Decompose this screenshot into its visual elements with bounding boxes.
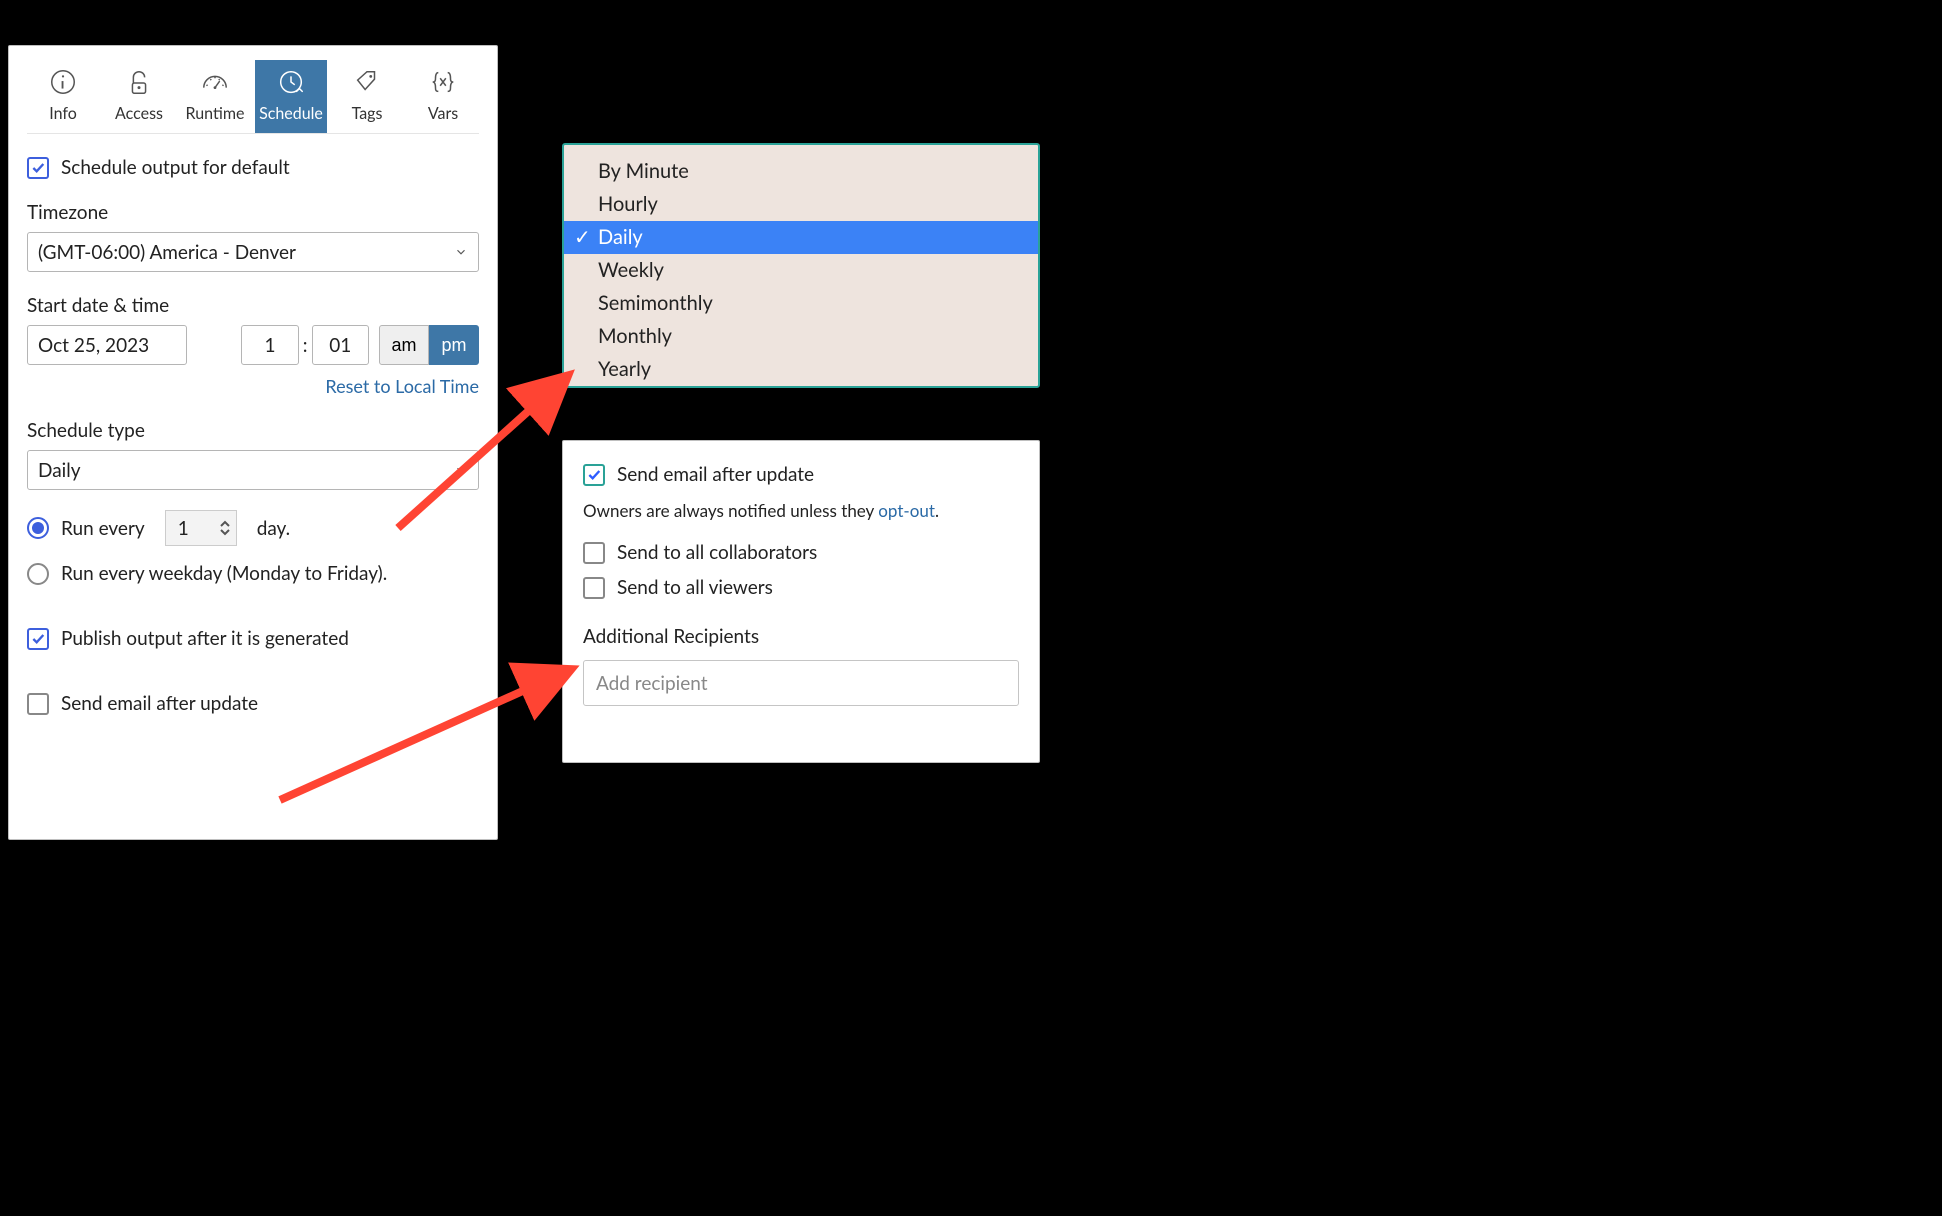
run-every-radio[interactable]	[27, 517, 49, 539]
tab-schedule[interactable]: Schedule	[255, 60, 327, 133]
schedule-type-value: Daily	[38, 459, 80, 482]
tab-info[interactable]: Info	[27, 60, 99, 133]
add-recipient-input[interactable]: Add recipient	[583, 660, 1019, 706]
schedule-type-label: Schedule type	[27, 419, 479, 442]
tab-label: Info	[49, 104, 77, 123]
schedule-type-select[interactable]: Daily	[27, 450, 479, 490]
add-recipient-placeholder: Add recipient	[596, 672, 708, 695]
run-every-stepper[interactable]: 1	[165, 510, 237, 546]
send-viewers-label: Send to all viewers	[617, 576, 773, 599]
tab-runtime[interactable]: Runtime	[179, 60, 251, 133]
send-collab-label: Send to all collaborators	[617, 541, 817, 564]
ampm-toggle: am pm	[379, 325, 479, 365]
tab-label: Access	[115, 104, 163, 123]
run-every-suffix: day.	[257, 517, 290, 540]
pm-button[interactable]: pm	[429, 325, 479, 365]
email-settings-panel: Send email after update Owners are alway…	[562, 440, 1040, 763]
chevron-down-icon	[454, 245, 468, 259]
schedule-enable-label: Schedule output for default	[61, 156, 290, 179]
date-input[interactable]: Oct 25, 2023	[27, 325, 187, 365]
clock-refresh-icon	[275, 66, 307, 98]
am-button[interactable]: am	[379, 325, 429, 365]
send-email-label: Send email after update	[61, 692, 258, 715]
schedule-settings-panel: Info Access Runtime Schedule Tags	[8, 45, 498, 840]
send-email-checkbox-detail[interactable]	[583, 464, 605, 486]
vars-icon	[427, 66, 459, 98]
dropdown-item-monthly[interactable]: Monthly	[564, 320, 1038, 353]
tag-icon	[351, 66, 383, 98]
hour-input[interactable]: 1	[241, 325, 298, 365]
timezone-value: (GMT-06:00) America - Denver	[38, 241, 296, 264]
schedule-type-dropdown: By Minute Hourly Daily Weekly Semimonthl…	[562, 143, 1040, 388]
minute-input[interactable]: 01	[312, 325, 369, 365]
dropdown-item-by-minute[interactable]: By Minute	[564, 155, 1038, 188]
tab-tags[interactable]: Tags	[331, 60, 403, 133]
tab-label: Schedule	[259, 104, 323, 123]
dropdown-caption	[564, 145, 1038, 155]
start-datetime-label: Start date & time	[27, 294, 479, 317]
gauge-icon	[199, 66, 231, 98]
time-colon: :	[299, 334, 312, 357]
tab-label: Vars	[428, 104, 458, 123]
dropdown-item-weekly[interactable]: Weekly	[564, 254, 1038, 287]
run-weekday-label: Run every weekday (Monday to Friday).	[61, 562, 387, 585]
dropdown-item-hourly[interactable]: Hourly	[564, 188, 1038, 221]
tab-label: Runtime	[186, 104, 245, 123]
owners-note: Owners are always notified unless they o…	[583, 500, 1019, 521]
dropdown-item-semimonthly[interactable]: Semimonthly	[564, 287, 1038, 320]
timezone-label: Timezone	[27, 201, 479, 224]
send-collab-checkbox[interactable]	[583, 542, 605, 564]
schedule-enable-checkbox[interactable]	[27, 157, 49, 179]
send-email-header: Send email after update	[617, 463, 814, 486]
chevron-up-icon	[220, 520, 230, 528]
dropdown-item-daily[interactable]: Daily	[564, 221, 1038, 254]
send-email-checkbox[interactable]	[27, 693, 49, 715]
send-viewers-checkbox[interactable]	[583, 577, 605, 599]
tab-access[interactable]: Access	[103, 60, 175, 133]
reset-local-time-link[interactable]: Reset to Local Time	[325, 375, 479, 397]
tab-vars[interactable]: Vars	[407, 60, 479, 133]
info-icon	[47, 66, 79, 98]
run-weekday-radio[interactable]	[27, 563, 49, 585]
tab-label: Tags	[352, 104, 383, 123]
dropdown-item-yearly[interactable]: Yearly	[564, 353, 1038, 386]
run-every-prefix: Run every	[61, 517, 145, 540]
publish-output-checkbox[interactable]	[27, 628, 49, 650]
timezone-select[interactable]: (GMT-06:00) America - Denver	[27, 232, 479, 272]
tabbar: Info Access Runtime Schedule Tags	[27, 60, 479, 134]
lock-open-icon	[123, 66, 155, 98]
additional-recipients-label: Additional Recipients	[583, 625, 1019, 648]
chevron-down-icon	[454, 463, 468, 477]
opt-out-link[interactable]: opt-out	[878, 500, 935, 521]
chevron-down-icon	[220, 528, 230, 536]
publish-output-label: Publish output after it is generated	[61, 627, 349, 650]
